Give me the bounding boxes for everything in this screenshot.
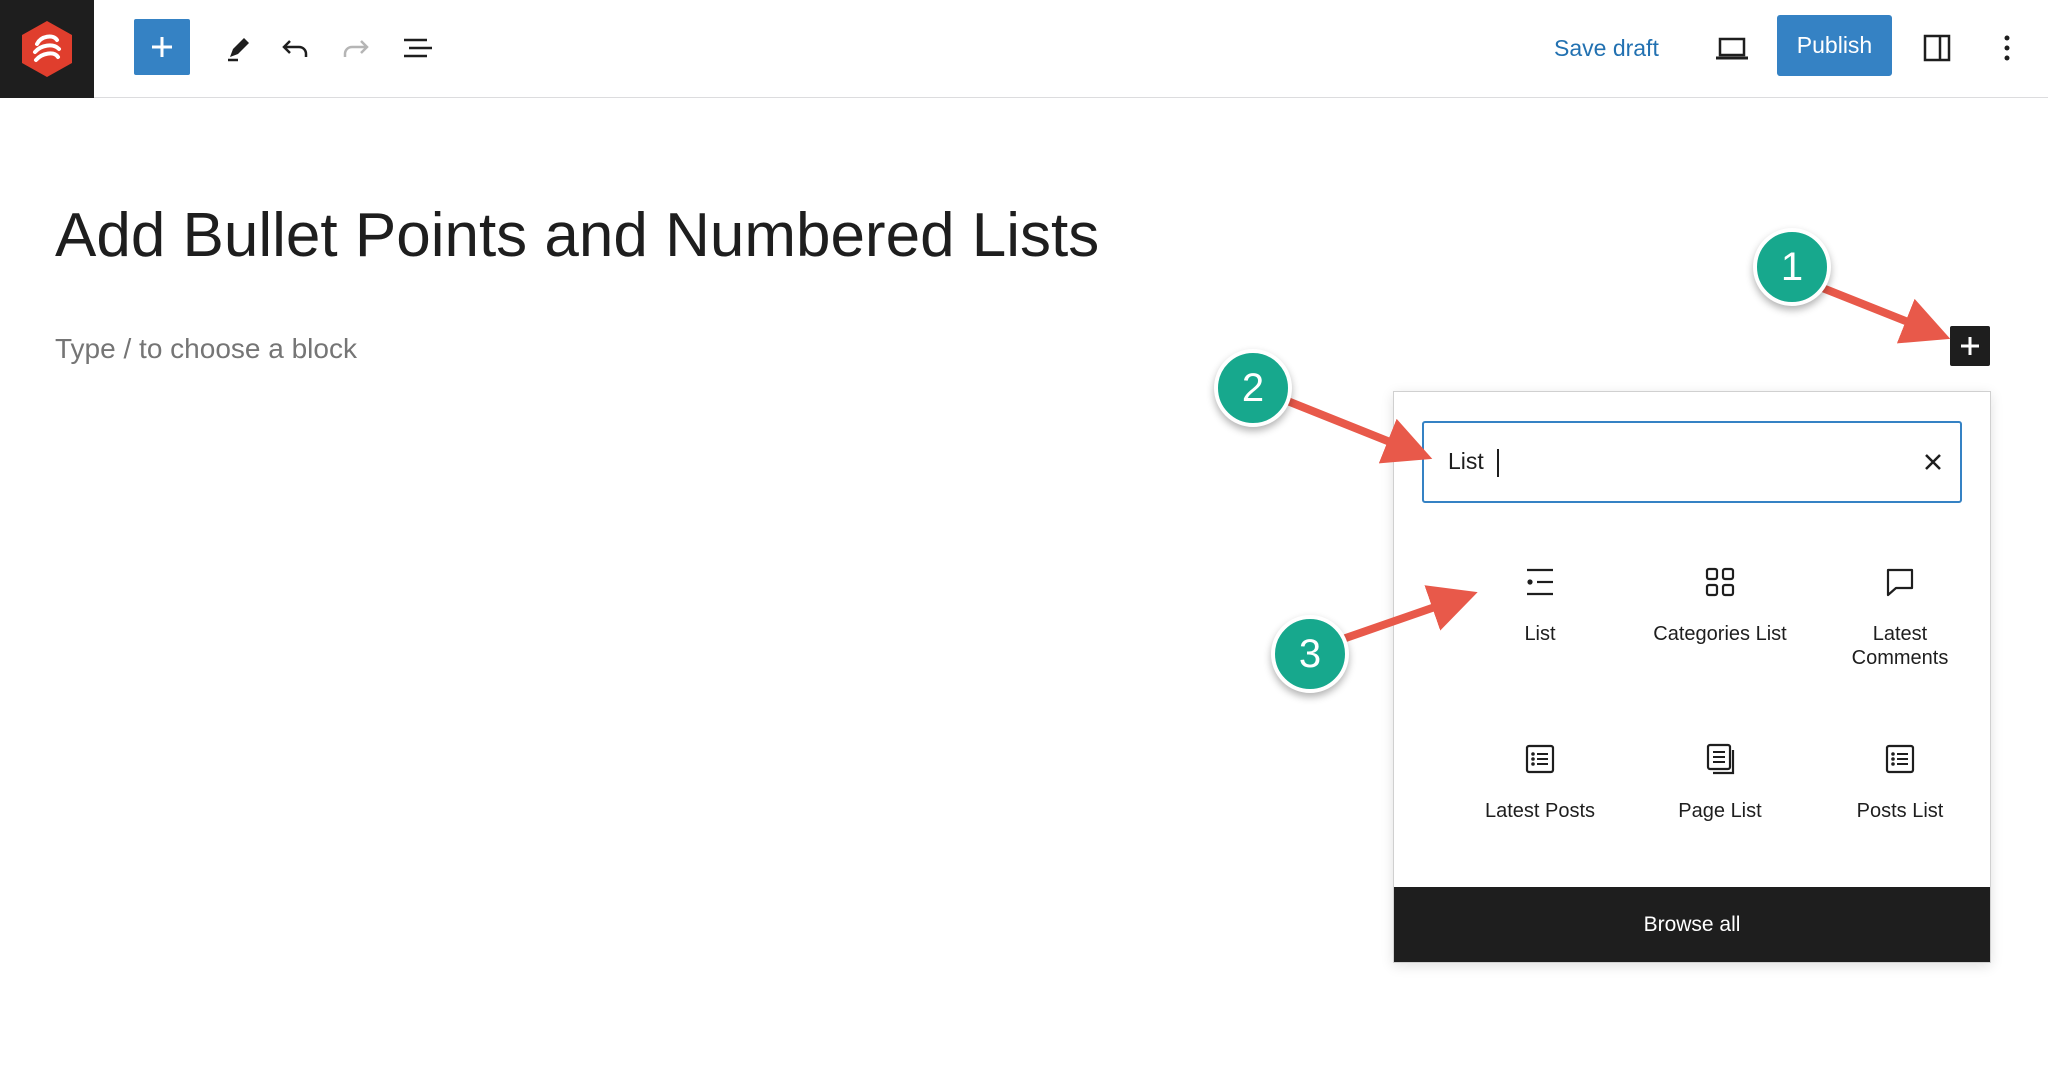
browse-all-button[interactable]: Browse all [1394,887,1990,962]
callout-1: 1 [1753,228,1831,306]
redo-button[interactable] [334,26,378,70]
block-option-categories-list[interactable]: Categories List [1630,562,1810,712]
publish-button[interactable]: Publish [1777,15,1892,76]
redo-icon [343,40,369,57]
list-icon [1520,562,1560,602]
save-draft-button[interactable]: Save draft [1554,28,1659,68]
block-placeholder[interactable]: Type / to choose a block [55,333,357,365]
list-view-icon [404,38,432,58]
tools-button[interactable] [217,26,261,70]
laptop-icon [1716,37,1748,60]
site-logo[interactable] [0,0,94,98]
plus-icon [1961,337,1979,355]
block-search[interactable] [1422,421,1962,503]
block-inserter-popover: List Categories List Latest Comments [1393,391,1991,963]
callout-2: 2 [1214,349,1292,427]
preview-button[interactable] [1710,26,1754,70]
block-option-latest-comments[interactable]: Latest Comments [1810,562,1990,712]
settings-button[interactable] [1915,26,1959,70]
inline-add-block-button[interactable] [1950,326,1990,366]
block-option-label: Latest Posts [1484,800,1596,822]
block-option-page-list[interactable]: Page List [1630,739,1810,889]
block-option-latest-posts[interactable]: Latest Posts [1450,739,1630,889]
editor-header: Save draft Publish [0,0,2048,98]
callout-3: 3 [1271,615,1349,693]
block-option-list[interactable]: List [1450,562,1630,712]
block-option-label: Latest Comments [1851,623,1949,669]
clear-search-button[interactable] [1916,445,1950,479]
block-option-label: Page List [1678,800,1762,822]
list-view-button[interactable] [396,26,440,70]
undo-icon [282,40,308,57]
post-title[interactable]: Add Bullet Points and Numbered Lists [55,200,1099,271]
text-caret [1497,449,1499,477]
options-button[interactable] [1985,26,2029,70]
block-option-posts-list[interactable]: Posts List [1810,739,1990,889]
wp-logo-icon [22,21,72,77]
more-vertical-icon [2004,35,2010,61]
block-option-label: Categories List [1653,623,1787,645]
plus-icon [152,37,172,57]
post-list-icon [1520,739,1560,779]
undo-button[interactable] [273,26,317,70]
close-icon [1925,454,1941,470]
block-search-input[interactable] [1448,441,1888,481]
sidebar-toggle-icon [1923,34,1951,62]
comment-icon [1880,562,1920,602]
block-option-label: List [1524,623,1556,645]
block-option-label: Posts List [1856,800,1944,822]
arrow-1 [1811,281,1951,344]
add-block-button[interactable] [134,19,190,75]
post-list-icon [1880,739,1920,779]
pencil-icon [228,38,249,62]
arrow-2 [1281,396,1433,464]
pages-icon [1700,739,1740,779]
categories-icon [1700,562,1740,602]
